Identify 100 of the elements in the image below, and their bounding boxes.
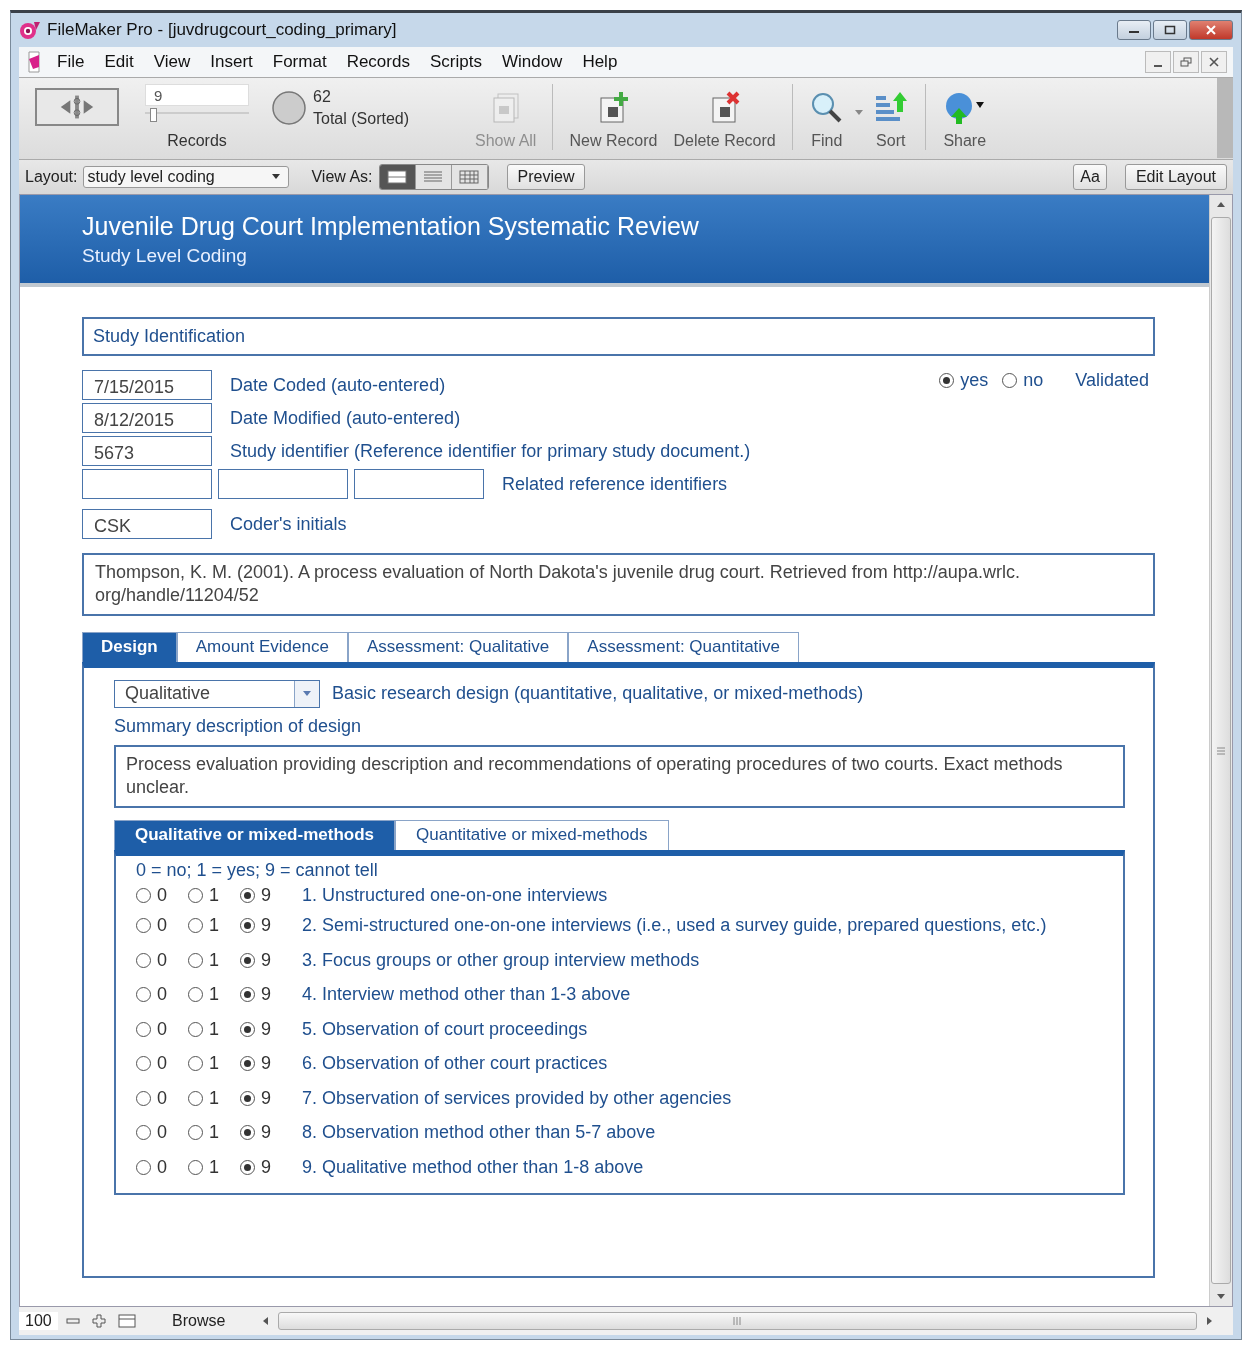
- tab[interactable]: Amount Evidence: [176, 631, 348, 662]
- radio-option[interactable]: 0: [136, 915, 188, 937]
- minus-icon: [65, 1317, 80, 1325]
- record-number-field[interactable]: 9: [145, 84, 249, 106]
- radio-option[interactable]: 1: [188, 949, 240, 971]
- toolbar-scrollbar[interactable]: [1217, 78, 1233, 158]
- radio-option[interactable]: 0: [136, 1018, 188, 1040]
- form-view-icon: [387, 170, 408, 184]
- minimize-button[interactable]: [1117, 20, 1151, 40]
- design-dropdown[interactable]: Qualitative: [114, 679, 320, 708]
- scroll-right-icon[interactable]: [1205, 1316, 1213, 1326]
- radio-option[interactable]: 9: [240, 915, 292, 937]
- caret-icon[interactable]: [854, 110, 863, 116]
- radio-option[interactable]: 0: [136, 984, 188, 1006]
- radio-option[interactable]: 9: [240, 1087, 292, 1109]
- tab[interactable]: Assessment: Quantitative: [568, 631, 800, 662]
- found-set-pie-icon: [271, 90, 307, 126]
- radio-option[interactable]: 9: [240, 1018, 292, 1040]
- plus-icon: [91, 1314, 106, 1328]
- menu-item[interactable]: Insert: [202, 52, 261, 72]
- found-status: Total (Sorted): [313, 110, 410, 128]
- menu-item[interactable]: Help: [574, 52, 626, 72]
- question-label: 7. Observation of services provided by other agencies: [302, 1087, 732, 1109]
- mode-label: Browse: [171, 1312, 227, 1330]
- delete-record-button[interactable]: Delete Record: [667, 84, 782, 152]
- radio-option[interactable]: 0: [136, 885, 188, 907]
- new-record-button[interactable]: New Record: [563, 84, 664, 152]
- text-field[interactable]: 8/12/2015: [82, 403, 212, 433]
- text-field[interactable]: [218, 469, 348, 499]
- tab[interactable]: Qualitative or mixed-methods: [114, 819, 395, 850]
- edit-layout-button[interactable]: Edit Layout: [1124, 164, 1227, 190]
- radio-option[interactable]: 9: [240, 1156, 292, 1178]
- radio-option[interactable]: 0: [136, 949, 188, 971]
- text-field[interactable]: [354, 469, 484, 499]
- text-field[interactable]: [82, 469, 212, 499]
- page-title: Juvenile Drug Court Implementation Systematic Review: [82, 211, 700, 241]
- maximize-button[interactable]: [1153, 20, 1187, 40]
- radio-option[interactable]: 9: [240, 984, 292, 1006]
- preview-button[interactable]: Preview: [506, 164, 586, 190]
- radio-option[interactable]: 1: [188, 915, 240, 937]
- record-navigation-button[interactable]: [35, 88, 119, 126]
- radio-option[interactable]: 1: [188, 984, 240, 1006]
- text-field[interactable]: CSK: [82, 509, 212, 539]
- menu-item[interactable]: Records: [338, 52, 418, 72]
- share-button[interactable]: Share: [935, 84, 994, 152]
- tab[interactable]: Design: [82, 631, 177, 662]
- radio-option[interactable]: 1: [188, 885, 240, 907]
- layout-dropdown[interactable]: study level coding: [83, 166, 290, 188]
- menu-item[interactable]: Window: [493, 52, 571, 72]
- tab[interactable]: Assessment: Qualitative: [347, 631, 569, 662]
- menu-item[interactable]: File: [49, 52, 93, 72]
- field-label: Validated: [1075, 370, 1149, 391]
- find-button[interactable]: Find: [802, 84, 851, 152]
- radio-option[interactable]: 0: [136, 1156, 188, 1178]
- scroll-thumb[interactable]: [1211, 217, 1231, 1284]
- vertical-scrollbar[interactable]: [1209, 195, 1232, 1306]
- text-formatting-button[interactable]: Aa: [1073, 164, 1107, 190]
- question-label: 1. Unstructured one-on-one interviews: [302, 885, 608, 907]
- summary-field[interactable]: Process evaluation providing description and recommendations of operating procedures of two courts. Exact methods unclear.: [114, 744, 1125, 808]
- radio-option[interactable]: 9: [240, 1053, 292, 1075]
- radio-option[interactable]: 1: [188, 1122, 240, 1144]
- radio-option[interactable]: 9: [240, 949, 292, 971]
- radio-option[interactable]: 1: [188, 1156, 240, 1178]
- menu-item[interactable]: View: [145, 52, 199, 72]
- radio-option[interactable]: 1: [188, 1053, 240, 1075]
- question-label: 6. Observation of other court practices: [302, 1053, 608, 1075]
- text-field[interactable]: 7/15/2015: [82, 370, 212, 400]
- zoom-level: 100: [19, 1312, 58, 1330]
- scroll-left-icon[interactable]: [261, 1316, 270, 1326]
- menu-item[interactable]: Format: [264, 52, 335, 72]
- sort-button[interactable]: Sort: [866, 84, 915, 152]
- view-form-button[interactable]: [379, 165, 416, 189]
- grip-icon: [1217, 746, 1225, 755]
- close-button[interactable]: [1189, 20, 1233, 40]
- caret-icon: [303, 690, 311, 697]
- radio-option[interactable]: 0: [136, 1122, 188, 1144]
- minimize-button[interactable]: [1145, 51, 1171, 73]
- radio-option[interactable]: 1: [188, 1018, 240, 1040]
- field-label: Date Coded (auto-entered): [230, 374, 446, 396]
- text-field[interactable]: 5673: [82, 436, 212, 466]
- radio-option[interactable]: 0: [136, 1087, 188, 1109]
- citation-field[interactable]: Thompson, K. M. (2001). A process evaluation of North Dakota's juvenile drug court. Retrieved from http://aupa.wrlc. org/handle/11204/52: [82, 553, 1155, 616]
- scroll-up-icon[interactable]: [1216, 201, 1226, 209]
- close-icon: [1209, 57, 1219, 67]
- caret-icon: [272, 174, 281, 180]
- scroll-down-icon[interactable]: [1216, 1292, 1226, 1300]
- radio-option[interactable]: no: [1002, 370, 1044, 391]
- radio-option[interactable]: 9: [240, 1122, 292, 1144]
- menu-item[interactable]: Scripts: [421, 52, 490, 72]
- menu-item[interactable]: Edit: [96, 52, 142, 72]
- close-button[interactable]: [1201, 51, 1227, 73]
- view-table-button[interactable]: [451, 165, 488, 189]
- radio-option[interactable]: 0: [136, 1053, 188, 1075]
- tab[interactable]: Quantitative or mixed-methods: [395, 819, 669, 850]
- radio-option[interactable]: 9: [240, 885, 292, 907]
- radio-option[interactable]: yes: [939, 370, 989, 391]
- radio-option[interactable]: 1: [188, 1087, 240, 1109]
- maximize-icon: [1164, 25, 1176, 35]
- question-label: 2. Semi-structured one-on-one interviews (i.e., used a survey guide, prepared questions, etc.): [302, 915, 1047, 937]
- list-view-icon: [423, 170, 444, 184]
